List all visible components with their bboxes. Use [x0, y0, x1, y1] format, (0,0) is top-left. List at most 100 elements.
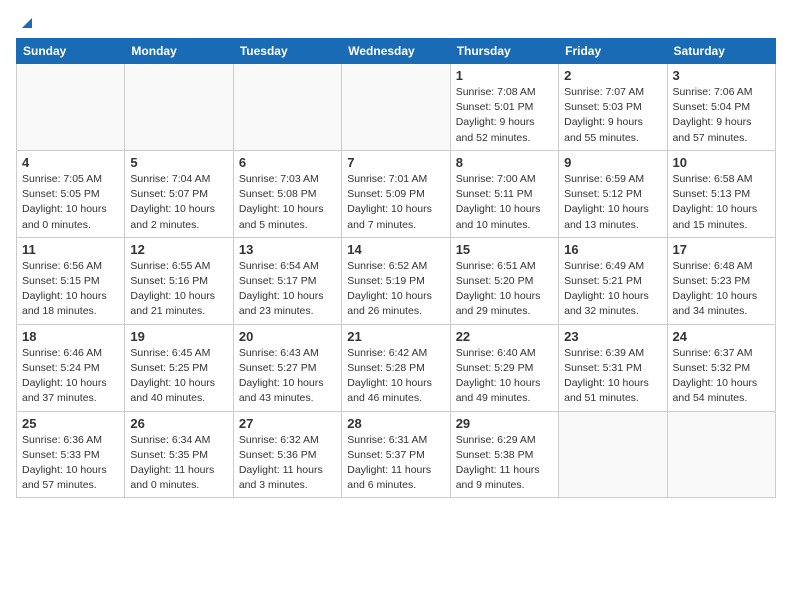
day-number: 25: [22, 416, 119, 431]
day-number: 19: [130, 329, 227, 344]
day-info: Sunrise: 7:07 AMSunset: 5:03 PMDaylight:…: [564, 85, 661, 146]
day-info: Sunrise: 6:43 AMSunset: 5:27 PMDaylight:…: [239, 346, 336, 407]
day-number: 29: [456, 416, 553, 431]
calendar-cell: 5 Sunrise: 7:04 AMSunset: 5:07 PMDaylight…: [125, 150, 233, 237]
calendar-cell: 27Sunrise: 6:32 AMSunset: 5:36 PMDayligh…: [233, 411, 341, 498]
day-info: Sunrise: 7:05 AMSunset: 5:05 PMDaylight:…: [22, 172, 119, 233]
weekday-header-sunday: Sunday: [17, 39, 125, 64]
day-info: Sunrise: 6:40 AMSunset: 5:29 PMDaylight:…: [456, 346, 553, 407]
day-info: Sunrise: 6:37 AMSunset: 5:32 PMDaylight:…: [673, 346, 770, 407]
calendar-cell: [17, 64, 125, 151]
day-number: 2: [564, 68, 661, 83]
calendar-cell: 15 Sunrise: 6:51 AMSunset: 5:20 PMDayligh…: [450, 237, 558, 324]
logo: [16, 16, 36, 30]
calendar-cell: 1Sunrise: 7:08 AMSunset: 5:01 PMDaylight…: [450, 64, 558, 151]
calendar-week-row: 25 Sunrise: 6:36 AMSunset: 5:33 PMDayligh…: [17, 411, 776, 498]
calendar-cell: [667, 411, 775, 498]
weekday-header-row: SundayMondayTuesdayWednesdayThursdayFrid…: [17, 39, 776, 64]
calendar-cell: 8 Sunrise: 7:00 AMSunset: 5:11 PMDaylight…: [450, 150, 558, 237]
calendar-cell: 3 Sunrise: 7:06 AMSunset: 5:04 PMDaylight…: [667, 64, 775, 151]
day-info: Sunrise: 7:08 AMSunset: 5:01 PMDaylight:…: [456, 85, 553, 146]
calendar-cell: 18 Sunrise: 6:46 AMSunset: 5:24 PMDayligh…: [17, 324, 125, 411]
day-number: 7: [347, 155, 444, 170]
day-info: Sunrise: 6:31 AMSunset: 5:37 PMDaylight:…: [347, 433, 444, 494]
day-number: 11: [22, 242, 119, 257]
calendar-cell: 20 Sunrise: 6:43 AMSunset: 5:27 PMDayligh…: [233, 324, 341, 411]
day-info: Sunrise: 6:36 AMSunset: 5:33 PMDaylight:…: [22, 433, 119, 494]
weekday-header-tuesday: Tuesday: [233, 39, 341, 64]
day-number: 3: [673, 68, 770, 83]
weekday-header-monday: Monday: [125, 39, 233, 64]
calendar-cell: 17Sunrise: 6:48 AMSunset: 5:23 PMDayligh…: [667, 237, 775, 324]
calendar-cell: 2 Sunrise: 7:07 AMSunset: 5:03 PMDaylight…: [559, 64, 667, 151]
day-info: Sunrise: 6:46 AMSunset: 5:24 PMDaylight:…: [22, 346, 119, 407]
calendar-cell: [342, 64, 450, 151]
day-number: 23: [564, 329, 661, 344]
day-info: Sunrise: 6:55 AMSunset: 5:16 PMDaylight:…: [130, 259, 227, 320]
day-info: Sunrise: 6:42 AMSunset: 5:28 PMDaylight:…: [347, 346, 444, 407]
day-number: 4: [22, 155, 119, 170]
calendar-cell: 10 Sunrise: 6:58 AMSunset: 5:13 PMDayligh…: [667, 150, 775, 237]
day-number: 6: [239, 155, 336, 170]
calendar-cell: 29 Sunrise: 6:29 AMSunset: 5:38 PMDayligh…: [450, 411, 558, 498]
day-number: 13: [239, 242, 336, 257]
day-number: 22: [456, 329, 553, 344]
day-info: Sunrise: 6:34 AMSunset: 5:35 PMDaylight:…: [130, 433, 227, 494]
calendar-cell: 14Sunrise: 6:52 AMSunset: 5:19 PMDayligh…: [342, 237, 450, 324]
day-number: 8: [456, 155, 553, 170]
day-info: Sunrise: 6:49 AMSunset: 5:21 PMDaylight:…: [564, 259, 661, 320]
day-info: Sunrise: 6:51 AMSunset: 5:20 PMDaylight:…: [456, 259, 553, 320]
calendar-cell: 24 Sunrise: 6:37 AMSunset: 5:32 PMDayligh…: [667, 324, 775, 411]
calendar-cell: 16Sunrise: 6:49 AMSunset: 5:21 PMDayligh…: [559, 237, 667, 324]
day-info: Sunrise: 6:29 AMSunset: 5:38 PMDaylight:…: [456, 433, 553, 494]
day-info: Sunrise: 6:54 AMSunset: 5:17 PMDaylight:…: [239, 259, 336, 320]
day-info: Sunrise: 6:59 AMSunset: 5:12 PMDaylight:…: [564, 172, 661, 233]
calendar-cell: 6 Sunrise: 7:03 AMSunset: 5:08 PMDaylight…: [233, 150, 341, 237]
day-number: 24: [673, 329, 770, 344]
calendar-cell: 25 Sunrise: 6:36 AMSunset: 5:33 PMDayligh…: [17, 411, 125, 498]
calendar-cell: 21 Sunrise: 6:42 AMSunset: 5:28 PMDayligh…: [342, 324, 450, 411]
day-info: Sunrise: 6:58 AMSunset: 5:13 PMDaylight:…: [673, 172, 770, 233]
day-number: 18: [22, 329, 119, 344]
day-number: 21: [347, 329, 444, 344]
day-number: 20: [239, 329, 336, 344]
day-number: 5: [130, 155, 227, 170]
calendar-week-row: 4 Sunrise: 7:05 AMSunset: 5:05 PMDaylight…: [17, 150, 776, 237]
calendar-week-row: 11 Sunrise: 6:56 AMSunset: 5:15 PMDayligh…: [17, 237, 776, 324]
weekday-header-thursday: Thursday: [450, 39, 558, 64]
day-number: 12: [130, 242, 227, 257]
calendar-week-row: 18 Sunrise: 6:46 AMSunset: 5:24 PMDayligh…: [17, 324, 776, 411]
day-number: 9: [564, 155, 661, 170]
calendar-cell: 4 Sunrise: 7:05 AMSunset: 5:05 PMDaylight…: [17, 150, 125, 237]
calendar-cell: [559, 411, 667, 498]
calendar-week-row: 1Sunrise: 7:08 AMSunset: 5:01 PMDaylight…: [17, 64, 776, 151]
day-info: Sunrise: 6:56 AMSunset: 5:15 PMDaylight:…: [22, 259, 119, 320]
day-info: Sunrise: 6:52 AMSunset: 5:19 PMDaylight:…: [347, 259, 444, 320]
calendar-cell: 26 Sunrise: 6:34 AMSunset: 5:35 PMDayligh…: [125, 411, 233, 498]
weekday-header-wednesday: Wednesday: [342, 39, 450, 64]
calendar-cell: 12 Sunrise: 6:55 AMSunset: 5:16 PMDayligh…: [125, 237, 233, 324]
calendar-cell: 23 Sunrise: 6:39 AMSunset: 5:31 PMDayligh…: [559, 324, 667, 411]
day-number: 17: [673, 242, 770, 257]
calendar-cell: 19 Sunrise: 6:45 AMSunset: 5:25 PMDayligh…: [125, 324, 233, 411]
day-info: Sunrise: 7:00 AMSunset: 5:11 PMDaylight:…: [456, 172, 553, 233]
day-number: 26: [130, 416, 227, 431]
calendar-cell: 11 Sunrise: 6:56 AMSunset: 5:15 PMDayligh…: [17, 237, 125, 324]
weekday-header-friday: Friday: [559, 39, 667, 64]
day-info: Sunrise: 6:45 AMSunset: 5:25 PMDaylight:…: [130, 346, 227, 407]
calendar-cell: 22 Sunrise: 6:40 AMSunset: 5:29 PMDayligh…: [450, 324, 558, 411]
page-header: [16, 16, 776, 30]
day-info: Sunrise: 7:01 AMSunset: 5:09 PMDaylight:…: [347, 172, 444, 233]
calendar-cell: [125, 64, 233, 151]
day-number: 15: [456, 242, 553, 257]
calendar-cell: [233, 64, 341, 151]
day-info: Sunrise: 6:32 AMSunset: 5:36 PMDaylight:…: [239, 433, 336, 494]
day-info: Sunrise: 7:04 AMSunset: 5:07 PMDaylight:…: [130, 172, 227, 233]
calendar-cell: 13 Sunrise: 6:54 AMSunset: 5:17 PMDayligh…: [233, 237, 341, 324]
calendar-cell: 28Sunrise: 6:31 AMSunset: 5:37 PMDayligh…: [342, 411, 450, 498]
day-info: Sunrise: 7:03 AMSunset: 5:08 PMDaylight:…: [239, 172, 336, 233]
day-info: Sunrise: 6:39 AMSunset: 5:31 PMDaylight:…: [564, 346, 661, 407]
day-info: Sunrise: 7:06 AMSunset: 5:04 PMDaylight:…: [673, 85, 770, 146]
calendar-table: SundayMondayTuesdayWednesdayThursdayFrid…: [16, 38, 776, 498]
day-number: 10: [673, 155, 770, 170]
